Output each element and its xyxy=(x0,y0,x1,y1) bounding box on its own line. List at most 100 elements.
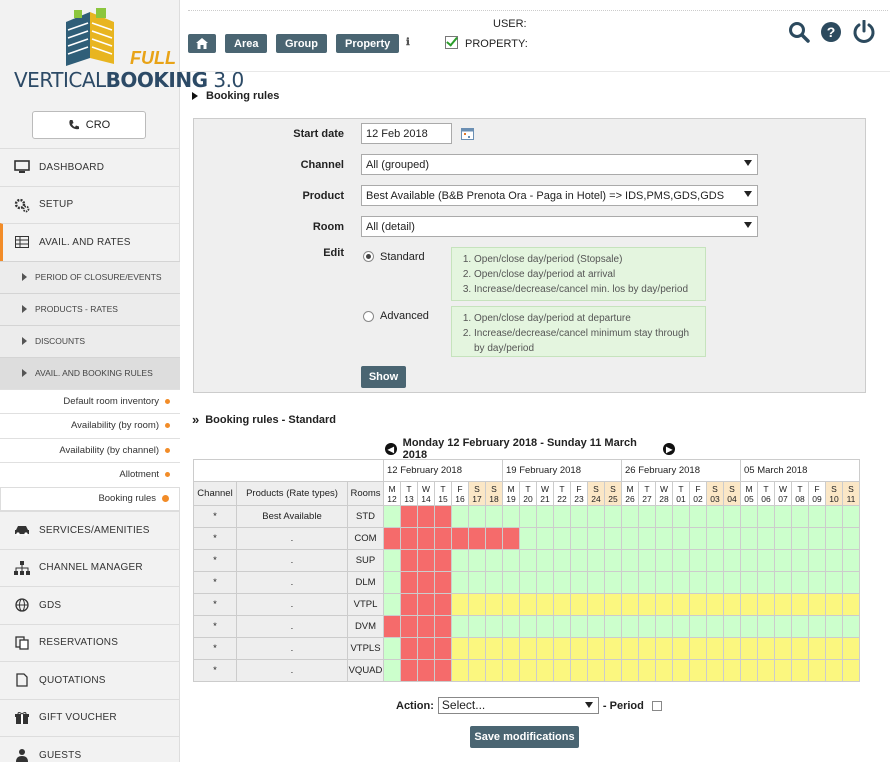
rule-cell[interactable] xyxy=(468,527,486,550)
rule-cell[interactable] xyxy=(434,571,452,594)
rule-cell[interactable] xyxy=(723,615,741,638)
rule-cell[interactable] xyxy=(536,571,554,594)
rule-cell[interactable] xyxy=(825,527,843,550)
rule-cell[interactable] xyxy=(774,637,792,660)
rule-cell[interactable] xyxy=(417,659,435,682)
rule-cell[interactable] xyxy=(570,549,588,572)
rule-cell[interactable] xyxy=(842,593,860,616)
rule-cell[interactable] xyxy=(740,505,758,528)
rule-cell[interactable] xyxy=(519,637,537,660)
rule-cell[interactable] xyxy=(519,505,537,528)
section-booking-rules-standard[interactable]: » Booking rules - Standard xyxy=(192,412,336,427)
rule-cell[interactable] xyxy=(502,593,520,616)
rule-cell[interactable] xyxy=(519,593,537,616)
rule-cell[interactable] xyxy=(706,571,724,594)
calendar-icon[interactable] xyxy=(461,127,474,140)
power-icon[interactable] xyxy=(852,20,876,44)
rule-cell[interactable] xyxy=(519,549,537,572)
rule-cell[interactable] xyxy=(672,571,690,594)
rule-cell[interactable] xyxy=(383,593,401,616)
rule-cell[interactable] xyxy=(791,505,809,528)
submenu-closure[interactable]: PERIOD OF CLOSURE/EVENTS xyxy=(0,260,180,293)
rule-cell[interactable] xyxy=(485,505,503,528)
rule-cell[interactable] xyxy=(706,593,724,616)
rule-cell[interactable] xyxy=(757,505,775,528)
rule-cell[interactable] xyxy=(655,615,673,638)
rule-cell[interactable] xyxy=(536,505,554,528)
action-select[interactable]: Select... xyxy=(437,697,599,714)
rule-cell[interactable] xyxy=(383,571,401,594)
save-modifications-button[interactable]: Save modifications xyxy=(470,726,579,748)
rule-cell[interactable] xyxy=(638,505,656,528)
rule-cell[interactable] xyxy=(604,593,622,616)
rule-cell[interactable] xyxy=(587,505,605,528)
rule-cell[interactable] xyxy=(672,527,690,550)
rule-cell[interactable] xyxy=(621,593,639,616)
rule-cell[interactable] xyxy=(774,505,792,528)
rule-cell[interactable] xyxy=(451,549,469,572)
menu-services[interactable]: SERVICES/AMENITIES xyxy=(0,511,180,549)
rule-cell[interactable] xyxy=(621,659,639,682)
rule-cell[interactable] xyxy=(723,527,741,550)
submenu-products-rates[interactable]: PRODUCTS - RATES xyxy=(0,292,180,325)
group-button[interactable]: Group xyxy=(276,34,327,53)
channel-select[interactable]: All (grouped) xyxy=(361,154,758,175)
rule-cell[interactable] xyxy=(638,571,656,594)
area-button[interactable]: Area xyxy=(225,34,268,53)
rule-cell[interactable] xyxy=(740,659,758,682)
rule-cell[interactable] xyxy=(842,659,860,682)
rule-cell[interactable] xyxy=(485,571,503,594)
rule-cell[interactable] xyxy=(570,637,588,660)
rule-cell[interactable] xyxy=(791,549,809,572)
rule-cell[interactable] xyxy=(757,527,775,550)
rule-cell[interactable] xyxy=(638,659,656,682)
menu-setup[interactable]: SETUP xyxy=(0,185,180,224)
rule-cell[interactable] xyxy=(570,615,588,638)
section-booking-rules[interactable]: Booking rules xyxy=(192,90,279,102)
rule-cell[interactable] xyxy=(536,659,554,682)
prev-arrow-icon[interactable]: ◀ xyxy=(385,443,397,455)
rule-cell[interactable] xyxy=(740,527,758,550)
rule-cell[interactable] xyxy=(434,527,452,550)
rule-cell[interactable] xyxy=(689,505,707,528)
rule-cell[interactable] xyxy=(400,659,418,682)
rule-cell[interactable] xyxy=(485,637,503,660)
rule-cell[interactable] xyxy=(808,571,826,594)
rule-cell[interactable] xyxy=(825,593,843,616)
rule-cell[interactable] xyxy=(519,571,537,594)
rule-cell[interactable] xyxy=(672,549,690,572)
rule-cell[interactable] xyxy=(468,615,486,638)
rule-cell[interactable] xyxy=(689,571,707,594)
rule-cell[interactable] xyxy=(400,615,418,638)
rule-cell[interactable] xyxy=(400,527,418,550)
rule-cell[interactable] xyxy=(825,637,843,660)
rule-cell[interactable] xyxy=(638,593,656,616)
rule-cell[interactable] xyxy=(842,637,860,660)
rule-cell[interactable] xyxy=(485,549,503,572)
rule-cell[interactable] xyxy=(417,571,435,594)
rule-cell[interactable] xyxy=(604,571,622,594)
rule-cell[interactable] xyxy=(808,549,826,572)
rule-cell[interactable] xyxy=(621,549,639,572)
rule-cell[interactable] xyxy=(638,637,656,660)
rule-cell[interactable] xyxy=(417,637,435,660)
rule-cell[interactable] xyxy=(417,549,435,572)
rule-cell[interactable] xyxy=(723,571,741,594)
rule-cell[interactable] xyxy=(842,549,860,572)
rule-cell[interactable] xyxy=(723,659,741,682)
rule-cell[interactable] xyxy=(570,505,588,528)
rule-cell[interactable] xyxy=(604,527,622,550)
rule-cell[interactable] xyxy=(689,527,707,550)
rule-cell[interactable] xyxy=(740,615,758,638)
rule-cell[interactable] xyxy=(400,593,418,616)
rule-cell[interactable] xyxy=(536,593,554,616)
cro-button[interactable]: CRO xyxy=(32,111,146,139)
info-icon[interactable]: ℹ xyxy=(406,37,410,48)
rule-cell[interactable] xyxy=(468,659,486,682)
rule-cell[interactable] xyxy=(808,637,826,660)
rule-cell[interactable] xyxy=(553,549,571,572)
rule-cell[interactable] xyxy=(434,615,452,638)
rule-cell[interactable] xyxy=(774,571,792,594)
menu-avail-rates[interactable]: AVAIL. AND RATES xyxy=(0,223,180,261)
subsub-availability-room[interactable]: Availability (by room) xyxy=(0,413,180,438)
